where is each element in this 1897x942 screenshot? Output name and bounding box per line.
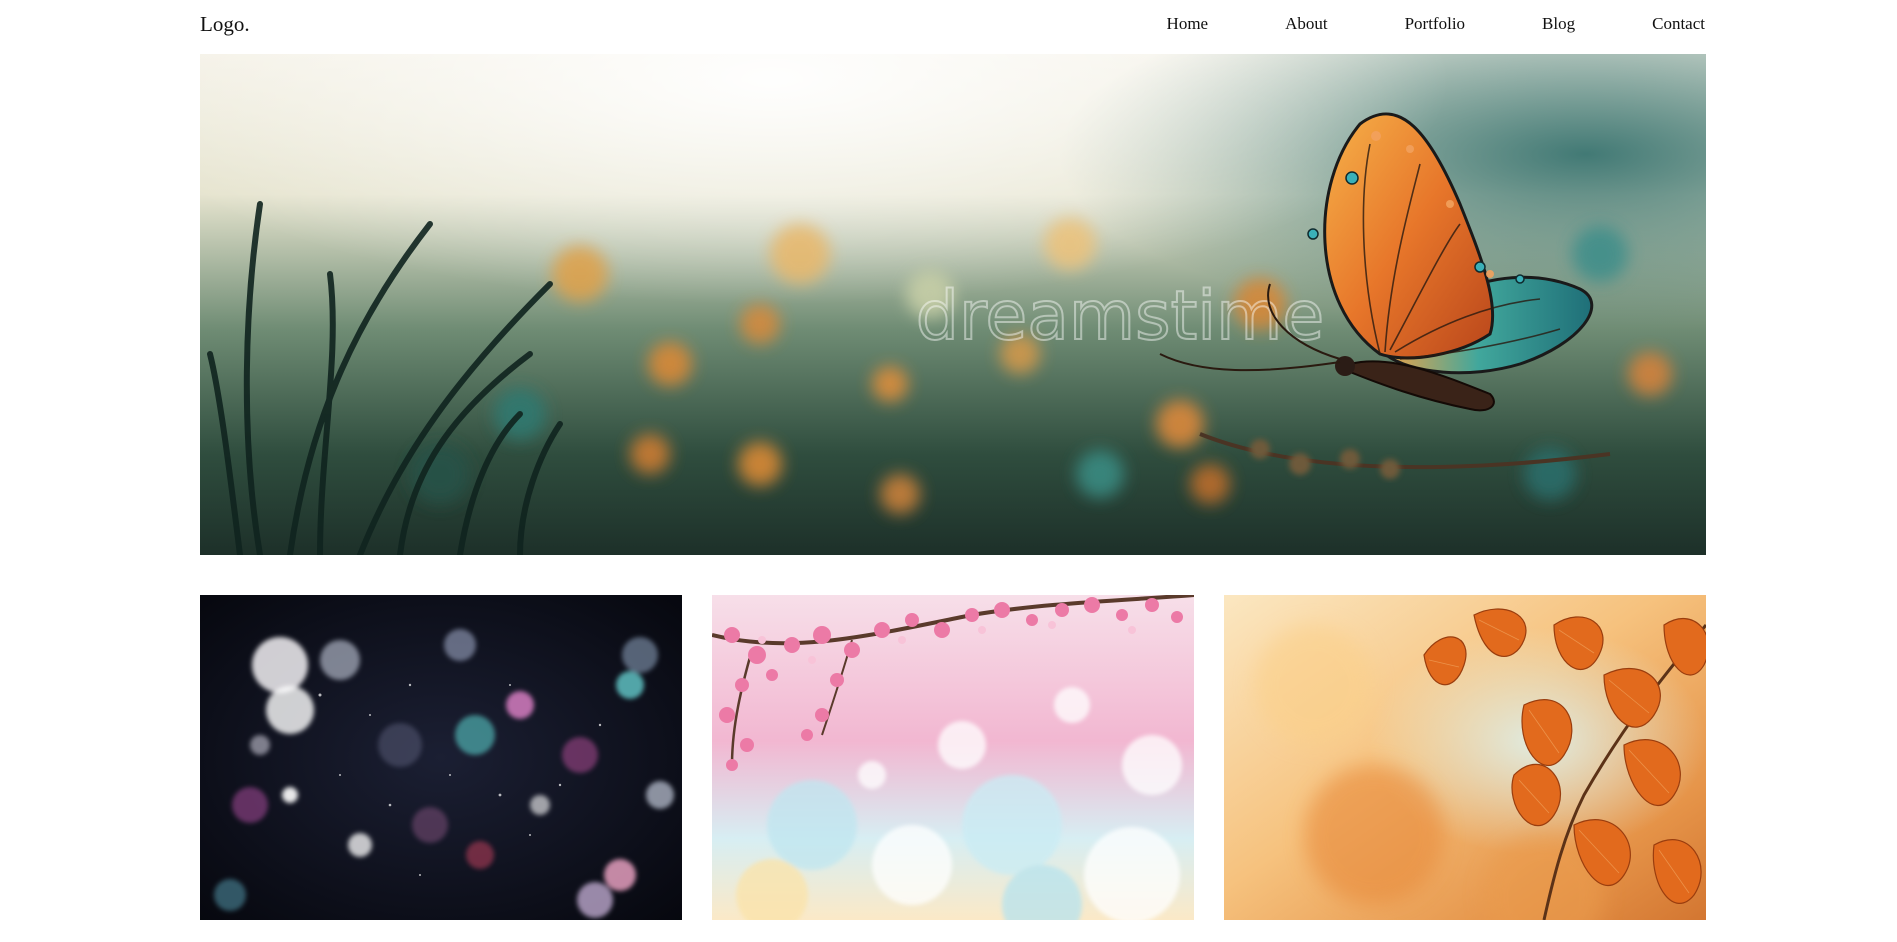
nav-about[interactable]: About [1285, 13, 1328, 35]
butterfly-hero-image: dreamstime [200, 54, 1706, 555]
gallery-card-2[interactable] [712, 595, 1194, 920]
autumn-leaves-image [1224, 595, 1706, 920]
main-nav: Home About Portfolio Blog Contact [1167, 13, 1705, 35]
nav-portfolio[interactable]: Portfolio [1405, 13, 1465, 35]
cherry-blossom-image [712, 595, 1194, 920]
bokeh-lights-image [200, 595, 682, 920]
hero-banner[interactable]: dreamstime [200, 54, 1706, 555]
site-logo[interactable]: Logo. [200, 12, 250, 36]
page: Logo. Home About Portfolio Blog Contact [0, 0, 1897, 942]
nav-contact[interactable]: Contact [1652, 13, 1705, 35]
gallery-card-3[interactable] [1224, 595, 1706, 920]
nav-home[interactable]: Home [1167, 13, 1209, 35]
nav-blog[interactable]: Blog [1542, 13, 1575, 35]
site-header: Logo. Home About Portfolio Blog Contact [200, 0, 1705, 54]
gallery-card-1[interactable] [200, 595, 682, 920]
watermark-text: dreamstime [916, 277, 1324, 356]
